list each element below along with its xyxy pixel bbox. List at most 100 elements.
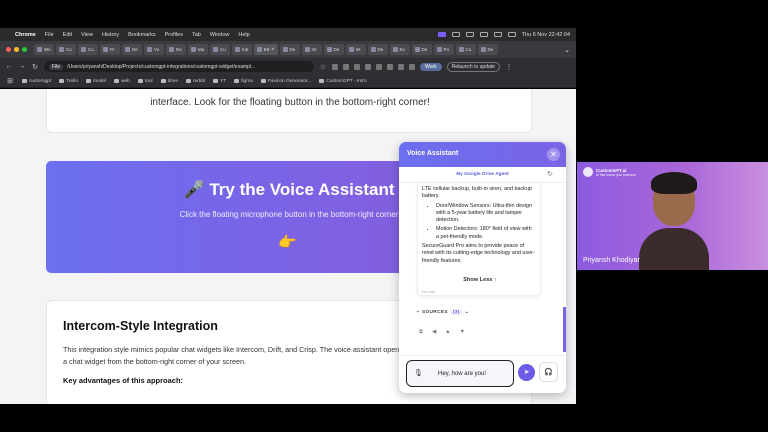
- wifi-icon[interactable]: [479, 32, 488, 37]
- back-icon[interactable]: ←: [5, 63, 13, 70]
- message-input[interactable]: 🎙 Hey, how are you!: [406, 360, 514, 387]
- tab-favicon-icon: [348, 47, 354, 52]
- tab-label: Cu: [465, 47, 472, 52]
- bookmark-item[interactable]: drive: [160, 79, 178, 84]
- screen-record-icon[interactable]: [437, 32, 446, 37]
- bookmark-label: figma: [241, 78, 253, 84]
- microphone-icon[interactable]: 🎙: [414, 369, 423, 377]
- browser-tab[interactable]: Ex: [389, 44, 410, 55]
- extension-icon[interactable]: [409, 63, 415, 70]
- battery-icon[interactable]: [465, 32, 474, 37]
- refresh-icon[interactable]: ↻: [547, 170, 553, 178]
- browser-tab[interactable]: Pr: [100, 44, 120, 55]
- close-window-icon[interactable]: [6, 47, 11, 52]
- close-icon[interactable]: ✕: [547, 148, 560, 161]
- sources-icon: ▪: [417, 310, 420, 315]
- extension-icon[interactable]: [365, 63, 371, 70]
- apps-grid-icon[interactable]: ⊞: [6, 77, 14, 85]
- browser-tab[interactable]: Po: [433, 44, 454, 55]
- browser-tab[interactable]: Int: [345, 44, 366, 55]
- browser-tab[interactable]: Inb: [232, 44, 252, 55]
- search-icon[interactable]: [493, 32, 502, 37]
- tab-favicon-icon: [81, 47, 86, 52]
- bookmark-item[interactable]: CustomGPT - Intro: [319, 79, 367, 84]
- browser-tab[interactable]: Co: [56, 44, 76, 55]
- browser-tab[interactable]: Vo: [144, 44, 164, 55]
- browser-tab[interactable]: Int ×: [254, 44, 278, 55]
- extension-icon[interactable]: [387, 63, 393, 70]
- copy-icon[interactable]: ⧉: [419, 329, 423, 336]
- favicon-icon: [260, 79, 266, 83]
- extension-icon[interactable]: [354, 63, 360, 70]
- profile-work-button[interactable]: Work: [420, 62, 442, 71]
- thumbs-up-icon[interactable]: ▲: [445, 329, 450, 336]
- bookmark-item[interactable]: reddit: [186, 79, 205, 84]
- tab-favicon-icon: [257, 47, 262, 52]
- browser-tab[interactable]: Ma: [188, 44, 208, 55]
- browser-tab[interactable]: Wo: [34, 44, 54, 55]
- bookmark-item[interactable]: figma: [234, 79, 253, 84]
- tab-label: De: [421, 47, 428, 52]
- bookmarks-bar: ⊞ customgpt Trello model web tool drive …: [0, 75, 576, 88]
- bookmark-item[interactable]: Trello: [59, 79, 78, 84]
- status-icon[interactable]: [451, 32, 460, 37]
- extension-icon[interactable]: [376, 63, 382, 70]
- menu-bookmarks[interactable]: Bookmarks: [128, 32, 156, 38]
- tab-favicon-icon: [392, 47, 398, 52]
- relaunch-button[interactable]: Relaunch to update: [446, 61, 500, 72]
- thumbs-down-icon[interactable]: ▼: [460, 329, 465, 336]
- more-menu-icon[interactable]: ⋮: [505, 63, 513, 71]
- browser-tab[interactable]: De: [367, 44, 388, 55]
- browser-tab[interactable]: Int: [301, 44, 322, 55]
- menu-profiles[interactable]: Profiles: [165, 32, 183, 38]
- sources-count: (3): [450, 310, 462, 315]
- minimize-window-icon[interactable]: [14, 47, 19, 52]
- tab-favicon-icon: [436, 47, 442, 52]
- bookmark-item[interactable]: Favicon Generator...: [260, 79, 311, 84]
- star-icon[interactable]: ☆: [319, 63, 327, 71]
- extension-icon[interactable]: [398, 63, 404, 70]
- tab-label: Cu: [88, 47, 94, 52]
- show-less-button[interactable]: Show Less ↑: [418, 277, 542, 284]
- menu-edit[interactable]: Edit: [63, 32, 72, 38]
- browser-tab[interactable]: Cu: [78, 44, 98, 55]
- browser-tab[interactable]: De: [166, 44, 186, 55]
- sources-toggle[interactable]: ▪ SOURCES (3) ⌄: [417, 310, 469, 315]
- browser-tab[interactable]: De: [279, 44, 300, 55]
- browser-tab[interactable]: De: [323, 44, 344, 55]
- scrollbar[interactable]: [563, 307, 566, 352]
- bookmark-label: tool: [144, 78, 153, 84]
- forward-icon[interactable]: →: [18, 63, 26, 70]
- url-field[interactable]: File /Users/priyansh/Desktop/Projects/cu…: [44, 61, 314, 72]
- tab-search-icon[interactable]: ⌄: [564, 46, 570, 54]
- bookmark-item[interactable]: customgpt: [22, 79, 51, 84]
- menu-view[interactable]: View: [81, 32, 93, 38]
- browser-tab[interactable]: De: [411, 44, 432, 55]
- browser-tab[interactable]: De: [477, 44, 498, 55]
- app-name[interactable]: Chrome: [15, 32, 36, 38]
- browser-tab[interactable]: Cu: [455, 44, 476, 55]
- bookmark-item[interactable]: web: [114, 79, 130, 84]
- send-button[interactable]: ➤: [518, 364, 535, 381]
- bookmark-item[interactable]: tool: [137, 78, 153, 84]
- maximize-window-icon[interactable]: [22, 47, 27, 52]
- bookmark-item[interactable]: model: [85, 79, 106, 84]
- extension-icon[interactable]: [343, 63, 349, 70]
- control-center-icon[interactable]: [507, 32, 516, 37]
- address-bar: ← → ↻ File /Users/priyansh/Desktop/Proje…: [0, 58, 576, 75]
- extension-icon[interactable]: [332, 63, 338, 70]
- menu-window[interactable]: Window: [210, 32, 230, 38]
- tab-close-icon[interactable]: ×: [271, 47, 275, 53]
- menu-help[interactable]: Help: [238, 32, 249, 38]
- integration-title: Intercom-Style Integration: [63, 319, 218, 333]
- clock[interactable]: Thu 6 Nov 22:42:04: [522, 32, 570, 38]
- speaker-icon[interactable]: ◀: [432, 329, 436, 336]
- bookmark-item[interactable]: YT: [213, 79, 226, 84]
- menu-history[interactable]: History: [102, 32, 119, 38]
- menu-tab[interactable]: Tab: [192, 32, 201, 38]
- headphones-icon[interactable]: 🎧: [539, 362, 558, 382]
- browser-tab[interactable]: De: [122, 44, 142, 55]
- browser-tab[interactable]: Cu: [210, 44, 230, 55]
- reload-icon[interactable]: ↻: [31, 63, 39, 71]
- menu-file[interactable]: File: [45, 32, 54, 38]
